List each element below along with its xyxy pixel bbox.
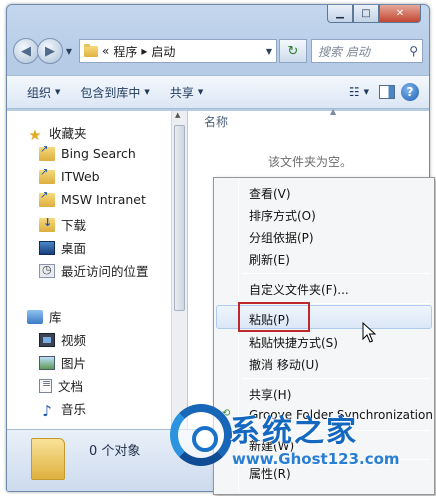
nav-item-label: 下载 (61, 218, 87, 233)
forward-arrow-icon: ▶ (45, 43, 55, 59)
nav-item-msw-intranet[interactable]: MSW Intranet (39, 190, 146, 207)
nav-item-label: 视频 (61, 333, 87, 348)
menu-separator (242, 378, 430, 379)
document-library-icon (39, 377, 52, 393)
nav-item-label: 音乐 (61, 402, 87, 417)
refresh-button[interactable]: ↻ (279, 39, 307, 63)
nav-item-label: 最近访问的位置 (61, 264, 149, 279)
picture-library-icon (39, 355, 55, 370)
back-button[interactable]: ◀ (13, 38, 39, 64)
nav-item-label: 桌面 (61, 241, 87, 256)
address-bar[interactable]: « 程序 ▸ 启动 ▼ (79, 39, 277, 63)
nav-libraries-label: 库 (49, 310, 62, 325)
watermark-url: www.Ghost123.com (232, 450, 400, 468)
address-prefix[interactable]: « (102, 44, 109, 58)
breadcrumb-separator-icon: ▸ (141, 44, 148, 58)
recent-pages-dropdown[interactable]: ▼ (63, 47, 75, 56)
organize-label: 组织 (27, 85, 52, 100)
maximize-button[interactable]: □ (353, 5, 379, 23)
navigation-pane: ★ 收藏夹 Bing Search ITWeb MSW Intranet 下载 … (7, 111, 171, 429)
folder-icon (31, 438, 65, 480)
nav-item-desktop[interactable]: 桌面 (39, 238, 86, 257)
menu-item-customize-folder[interactable]: 自定义文件夹(F)... (249, 281, 349, 298)
paste-highlight-box (238, 302, 310, 332)
menu-item-paste-shortcut[interactable]: 粘贴快捷方式(S) (249, 334, 338, 351)
chevron-down-icon: ▼ (363, 88, 369, 96)
nav-item-label: ITWeb (61, 169, 100, 184)
sort-arrow-icon: ▲ (330, 107, 337, 116)
back-arrow-icon: ◀ (21, 43, 31, 59)
nav-item-label: MSW Intranet (61, 192, 146, 207)
item-count: 0 个对象 (89, 444, 141, 459)
folder-icon (84, 43, 98, 57)
organize-button[interactable]: 组织 ▼ (17, 84, 70, 101)
nav-item-downloads[interactable]: 下载 (39, 215, 86, 234)
help-icon[interactable]: ? (401, 83, 419, 101)
watermark-title: 系统之家 (230, 414, 358, 449)
search-placeholder: 搜索 启动 (318, 44, 370, 59)
breadcrumb-programs[interactable]: 程序 (113, 43, 137, 60)
breadcrumb-startup[interactable]: 启动 (151, 43, 175, 60)
address-dropdown-icon[interactable]: ▼ (266, 47, 272, 56)
share-label: 共享 (169, 85, 194, 100)
include-in-library-label: 包含到库中 (80, 85, 141, 100)
empty-folder-message: 该文件夹为空。 (268, 155, 353, 169)
chevron-down-icon: ▼ (144, 88, 150, 96)
nav-item-label: 文档 (58, 379, 84, 394)
search-box[interactable]: 搜索 启动 ⚲ (311, 39, 423, 63)
nav-item-label: Bing Search (61, 146, 136, 161)
scroll-up-icon[interactable]: ▲ (175, 111, 180, 119)
watermark: 系统之家 www.Ghost123.com (164, 400, 436, 496)
menu-item-undo-move[interactable]: 撤消 移动(U) (249, 356, 319, 373)
preview-pane-icon[interactable] (379, 85, 395, 99)
nav-favorites[interactable]: ★ 收藏夹 (27, 123, 87, 144)
nav-libraries[interactable]: 库 (27, 307, 62, 326)
link-folder-icon (39, 167, 55, 184)
menu-item-group[interactable]: 分组依据(P) (249, 229, 314, 246)
refresh-icon: ↻ (287, 43, 299, 59)
nav-item-videos[interactable]: 视频 (39, 330, 86, 349)
nav-item-bing-search[interactable]: Bing Search (39, 144, 136, 161)
scrollbar-thumb[interactable] (174, 125, 185, 311)
video-library-icon (39, 332, 55, 347)
nav-item-pictures[interactable]: 图片 (39, 353, 86, 372)
navigation-scrollbar[interactable]: ▲ (171, 111, 187, 429)
share-button[interactable]: 共享 ▼ (160, 84, 213, 101)
minimize-button[interactable]: ▁ (327, 5, 353, 23)
nav-item-itweb[interactable]: ITWeb (39, 167, 100, 184)
music-note-icon: ♪ (42, 401, 52, 420)
address-row: ◀ ▶ ▼ « 程序 ▸ 启动 ▼ ↻ 搜索 启动 ⚲ (13, 37, 423, 65)
caption-buttons: ▁ □ ✕ (327, 5, 421, 23)
library-icon (27, 309, 43, 324)
include-in-library-button[interactable]: 包含到库中 ▼ (70, 84, 159, 101)
nav-favorites-label: 收藏夹 (49, 126, 87, 141)
desktop-icon (39, 240, 55, 255)
mouse-cursor-icon (362, 322, 376, 343)
nav-item-music[interactable]: ♪ 音乐 (39, 399, 87, 420)
view-list-icon: ☷ (348, 85, 360, 99)
nav-item-recent-places[interactable]: 最近访问的位置 (39, 261, 149, 280)
link-folder-icon (39, 190, 55, 207)
menu-item-refresh[interactable]: 刷新(E) (249, 251, 290, 268)
nav-item-documents[interactable]: 文档 (39, 376, 83, 395)
nav-item-label: 图片 (61, 356, 87, 371)
column-header-name[interactable]: 名称 (204, 113, 228, 130)
forward-button[interactable]: ▶ (37, 38, 63, 64)
menu-item-view[interactable]: 查看(V) (249, 185, 291, 202)
chevron-down-icon: ▼ (197, 88, 204, 96)
search-icon: ⚲ (409, 44, 418, 58)
link-folder-icon (39, 144, 55, 161)
star-icon: ★ (28, 125, 42, 144)
menu-separator (242, 273, 430, 274)
view-options-button[interactable]: ☷ ▼ (345, 85, 373, 99)
chevron-down-icon: ▼ (55, 88, 61, 96)
menu-item-sort[interactable]: 排序方式(O) (249, 207, 316, 224)
command-bar: 组织 ▼ 包含到库中 ▼ 共享 ▼ ☷ ▼ ? (7, 75, 429, 109)
watermark-logo-icon (170, 404, 232, 466)
recent-places-icon (39, 263, 55, 278)
close-button[interactable]: ✕ (379, 5, 421, 23)
downloads-folder-icon (39, 216, 55, 232)
